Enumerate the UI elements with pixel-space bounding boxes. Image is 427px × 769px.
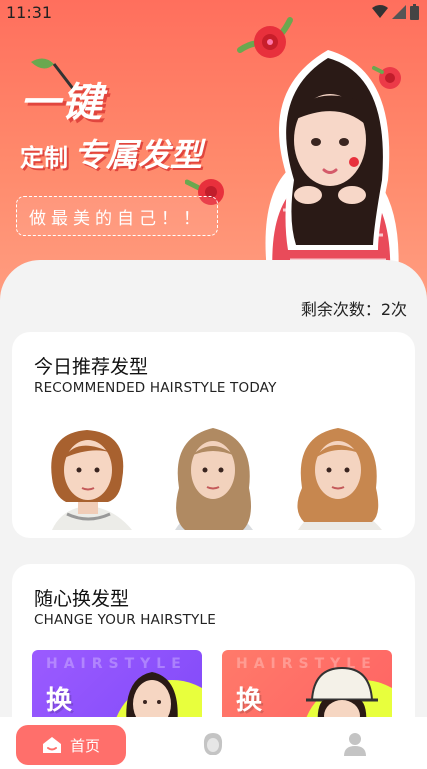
hero-model-image [265,50,399,280]
hero-slogan: 做最美的自己！！ [16,196,218,236]
tile-label: 换 [236,686,263,716]
change-subtitle: CHANGE YOUR HAIRSTYLE [34,612,216,628]
recommended-subtitle: RECOMMENDED HAIRSTYLE TODAY [34,380,277,396]
status-bar: 11:31 [0,0,427,26]
hairstyle-thumbnail[interactable] [282,418,394,530]
recommended-card[interactable]: 今日推荐发型 RECOMMENDED HAIRSTYLE TODAY [12,332,415,538]
app-screen: 11:31 一键 定制 专属发型 做最美的自己！！ 剩余次数：2次 今日推荐发型… [0,0,427,769]
status-time: 11:31 [6,3,53,22]
hero-title-line2: 定制 专属发型 [20,130,202,176]
remaining-count: 剩余次数：2次 [300,300,407,319]
tile-label: 换 [46,686,73,716]
bottom-navigation: 首页 [0,717,427,769]
hero-title-part-b: 专属发型 [74,136,203,174]
wifi-icon [372,5,388,18]
hairstyle-thumbnail[interactable] [157,418,269,530]
nav-home-button[interactable]: 首页 [16,725,126,765]
hairstyle-nav-icon[interactable] [200,731,226,757]
change-title: 随心换发型 [34,588,130,610]
profile-icon[interactable] [342,731,368,757]
hero-title-part-a: 定制 [20,144,68,172]
recommended-title: 今日推荐发型 [34,356,149,378]
hero-title-line1: 一键 [20,80,104,126]
battery-icon [410,4,419,20]
status-icons [372,4,419,20]
hero-banner: 11:31 一键 定制 专属发型 做最美的自己！！ [0,0,427,300]
hairstyle-thumbnail[interactable] [32,418,144,530]
home-icon [42,737,61,753]
signal-icon [392,5,406,19]
nav-home-label: 首页 [69,736,100,755]
